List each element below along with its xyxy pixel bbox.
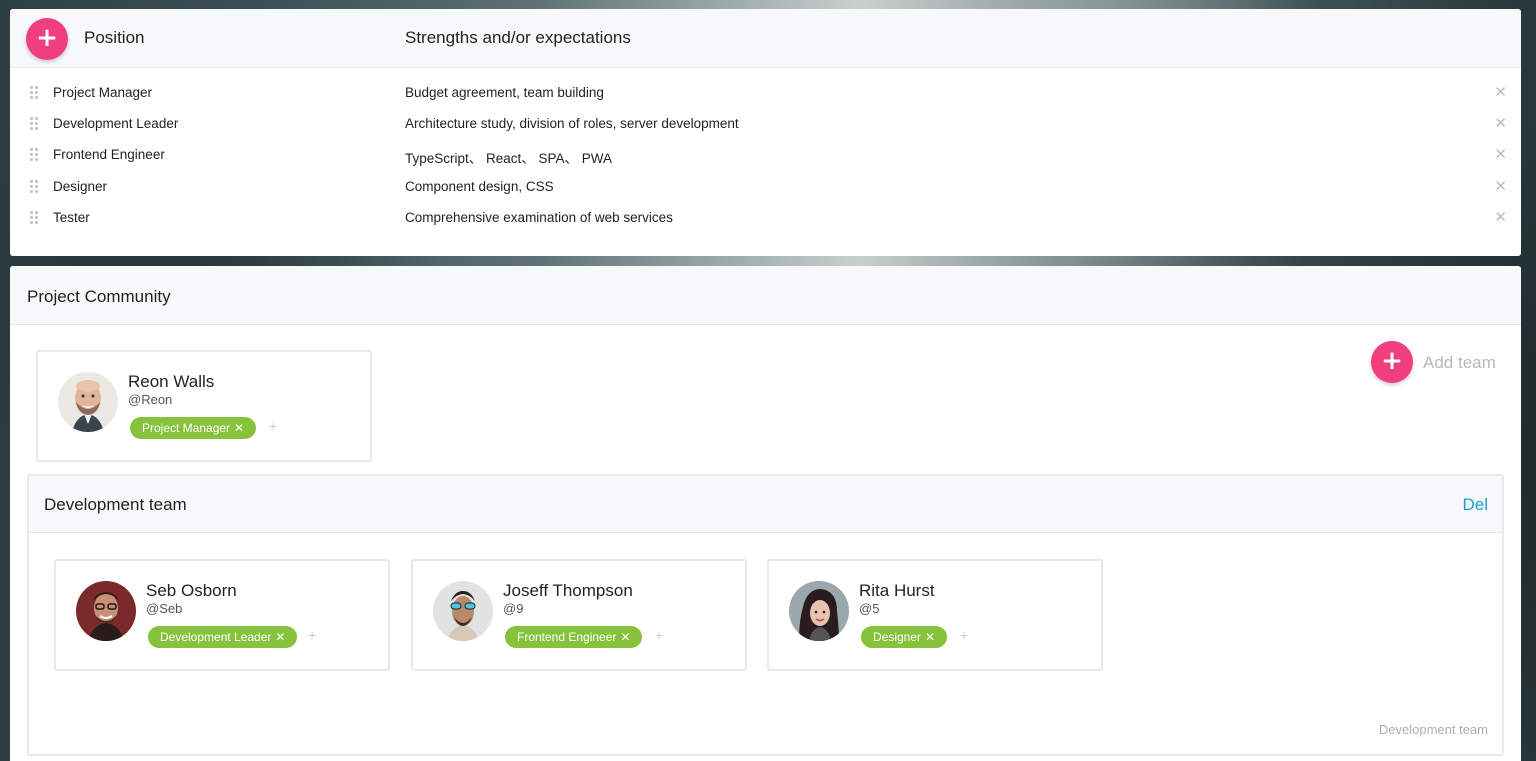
role-tag: Designer ✕	[861, 626, 948, 648]
position-name[interactable]: Frontend Engineer	[53, 147, 165, 162]
member-handle: @9	[503, 601, 524, 616]
drag-handle-icon[interactable]	[30, 180, 40, 194]
position-row: Frontend Engineer TypeScript、 React、 SPA…	[10, 140, 1521, 171]
position-row: Designer Component design, CSS ✕	[10, 172, 1521, 203]
team-section: Development team Del Seb Osborn @Seb Dev…	[27, 474, 1504, 756]
position-description[interactable]: Budget agreement, team building	[405, 85, 604, 100]
position-row: Project Manager Budget agreement, team b…	[10, 78, 1521, 109]
avatar	[58, 372, 118, 432]
position-column-header: Position	[84, 28, 145, 47]
position-description[interactable]: Comprehensive examination of web service…	[405, 210, 673, 225]
community-header: Project Community	[10, 266, 1521, 325]
position-name[interactable]: Tester	[53, 210, 90, 225]
drag-handle-icon[interactable]	[30, 211, 40, 225]
add-role-icon[interactable]: +	[308, 627, 316, 643]
member-name: Reon Walls	[128, 372, 215, 391]
add-team-control[interactable]: + Add team	[1371, 341, 1496, 383]
positions-panel: + Position Strengths and/or expectations…	[10, 9, 1521, 256]
avatar-image	[76, 581, 136, 641]
remove-role-icon[interactable]: ✕	[234, 421, 244, 435]
drag-handle-icon[interactable]	[30, 86, 40, 100]
role-tag: Project Manager ✕	[130, 417, 257, 439]
member-card[interactable]: Rita Hurst @5 Designer ✕ +	[767, 559, 1103, 671]
position-name[interactable]: Project Manager	[53, 85, 152, 100]
member-name: Rita Hurst	[859, 581, 935, 600]
team-header: Development team Del	[29, 476, 1502, 533]
avatar-image	[789, 581, 849, 641]
plus-icon: +	[36, 23, 58, 53]
avatar	[433, 581, 493, 641]
role-tag-label: Development Leader	[160, 630, 272, 644]
add-role-icon[interactable]: +	[269, 418, 277, 434]
remove-role-icon[interactable]: ✕	[620, 630, 630, 644]
role-tag: Frontend Engineer ✕	[505, 626, 643, 648]
remove-position-icon[interactable]: ✕	[1494, 83, 1507, 101]
add-team-button[interactable]: +	[1371, 341, 1413, 383]
drag-handle-icon[interactable]	[30, 148, 40, 162]
member-name: Seb Osborn	[146, 581, 237, 600]
positions-header: + Position Strengths and/or expectations	[10, 9, 1521, 68]
avatar	[76, 581, 136, 641]
member-handle: @Seb	[146, 601, 183, 616]
position-row: Tester Comprehensive examination of web …	[10, 203, 1521, 234]
avatar	[789, 581, 849, 641]
add-team-label[interactable]: Add team	[1423, 353, 1496, 373]
avatar-image	[58, 372, 118, 432]
plus-icon: +	[1381, 346, 1403, 376]
strengths-column-header: Strengths and/or expectations	[405, 28, 631, 47]
role-tag-label: Frontend Engineer	[517, 630, 617, 644]
remove-position-icon[interactable]: ✕	[1494, 145, 1507, 163]
remove-position-icon[interactable]: ✕	[1494, 177, 1507, 195]
remove-role-icon[interactable]: ✕	[275, 630, 285, 644]
member-card[interactable]: Seb Osborn @Seb Development Leader ✕ +	[54, 559, 390, 671]
member-handle: @Reon	[128, 392, 173, 407]
team-title: Development team	[44, 495, 187, 514]
drag-handle-icon[interactable]	[30, 117, 40, 131]
position-description[interactable]: Component design, CSS	[405, 179, 554, 194]
position-description[interactable]: TypeScript、 React、 SPA、 PWA	[405, 147, 612, 167]
add-role-icon[interactable]: +	[655, 627, 663, 643]
position-row: Development Leader Architecture study, d…	[10, 109, 1521, 140]
community-panel: Project Community Reon Walls @Reon Proje…	[10, 266, 1521, 761]
position-description[interactable]: Architecture study, division of roles, s…	[405, 116, 739, 131]
avatar-image	[433, 581, 493, 641]
add-position-button[interactable]: +	[26, 18, 68, 60]
remove-role-icon[interactable]: ✕	[925, 630, 935, 644]
member-handle: @5	[859, 601, 880, 616]
role-tag-label: Project Manager	[142, 421, 231, 435]
remove-position-icon[interactable]: ✕	[1494, 114, 1507, 132]
team-footer-label: Development team	[1378, 722, 1488, 737]
member-card[interactable]: Joseff Thompson @9 Frontend Engineer ✕ +	[411, 559, 747, 671]
member-name: Joseff Thompson	[503, 581, 633, 600]
add-role-icon[interactable]: +	[960, 627, 968, 643]
member-card-leader[interactable]: Reon Walls @Reon Project Manager ✕ +	[36, 350, 372, 462]
position-name[interactable]: Development Leader	[53, 116, 178, 131]
role-tag-label: Designer	[873, 630, 922, 644]
community-title: Project Community	[27, 287, 171, 306]
position-name[interactable]: Designer	[53, 179, 107, 194]
role-tag: Development Leader ✕	[148, 626, 298, 648]
delete-team-link[interactable]: Del	[1462, 495, 1488, 515]
remove-position-icon[interactable]: ✕	[1494, 208, 1507, 226]
